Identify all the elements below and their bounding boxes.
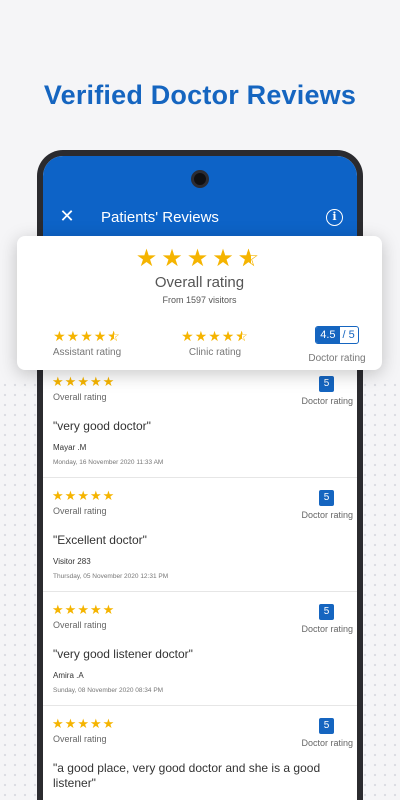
review-comment: "Excellent doctor" <box>53 533 147 547</box>
doctor-rating-value: 4.5 <box>316 327 340 343</box>
star-full-icon: ★ <box>102 374 116 389</box>
star-full-icon: ★ <box>77 488 90 503</box>
star-full-icon: ★ <box>77 716 90 731</box>
review-doctor-label: Doctor rating <box>301 624 353 634</box>
review-card: ★★★★★ Overall rating 5 Doctor rating "Excell… <box>43 478 357 592</box>
star-full-icon: ★ <box>102 602 116 617</box>
star-half-icon: ☆★ <box>237 245 264 272</box>
review-doctor-label: Doctor rating <box>301 396 353 406</box>
review-doctor-score-badge: 5 <box>319 490 334 506</box>
review-doctor-label: Doctor rating <box>301 510 353 520</box>
star-full-icon: ★ <box>66 328 81 344</box>
star-full-icon: ★ <box>64 716 78 731</box>
review-doctor-score-badge: 5 <box>319 376 334 392</box>
review-author: Amira .A <box>53 671 84 680</box>
review-doctor-label: Doctor rating <box>301 738 353 748</box>
star-full-icon: ★ <box>52 488 65 503</box>
star-full-icon: ★ <box>186 245 213 272</box>
star-full-icon: ★ <box>161 245 187 272</box>
review-author: Mayar .M <box>53 443 87 452</box>
star-full-icon: ★ <box>93 328 108 344</box>
review-overall-label: Overall rating <box>53 620 107 630</box>
star-full-icon: ★ <box>64 374 78 389</box>
star-full-icon: ★ <box>181 328 195 344</box>
star-full-icon: ★ <box>89 716 103 731</box>
star-full-icon: ★ <box>212 245 238 272</box>
star-full-icon: ★ <box>53 328 67 344</box>
overall-star-rating: ★★★★☆★ <box>17 244 382 273</box>
star-full-icon: ★ <box>52 374 65 389</box>
review-date: Monday, 16 November 2020 11:33 AM <box>53 459 164 466</box>
star-full-icon: ★ <box>102 488 116 503</box>
star-full-icon: ★ <box>80 328 94 344</box>
reviews-list[interactable]: ★★★★★ Overall rating 5 Doctor rating "very g… <box>43 364 357 800</box>
review-doctor-score-badge: 5 <box>319 718 334 734</box>
star-full-icon: ★ <box>194 328 209 344</box>
review-comment: "a good place, very good doctor and she … <box>53 761 321 790</box>
assistant-star-rating: ★★★★☆★ <box>31 328 143 345</box>
review-doctor-score-badge: 5 <box>319 604 334 620</box>
review-overall-label: Overall rating <box>53 506 107 516</box>
visitor-count: From 1597 visitors <box>162 295 237 305</box>
star-full-icon: ★ <box>208 328 222 344</box>
star-full-icon: ★ <box>89 374 103 389</box>
doctor-rating-badge: 4.5/ 5 <box>315 326 359 344</box>
doctor-rating-label: Doctor rating <box>308 353 366 364</box>
star-full-icon: ★ <box>64 602 78 617</box>
review-overall-label: Overall rating <box>53 734 107 744</box>
star-full-icon: ★ <box>221 328 236 344</box>
review-date: Sunday, 08 November 2020 08:34 PM <box>53 687 164 694</box>
app-bar-title: Patients' Reviews <box>101 209 219 226</box>
review-card: ★★★★★ Overall rating 5 Doctor rating "a good… <box>43 706 357 800</box>
review-comment: "very good doctor" <box>53 419 151 433</box>
assistant-rating-label: Assistant rating <box>52 347 122 358</box>
star-half-icon: ☆★ <box>235 328 249 344</box>
star-full-icon: ★ <box>135 245 162 272</box>
star-full-icon: ★ <box>102 716 116 731</box>
star-full-icon: ★ <box>77 374 90 389</box>
review-star-rating: ★★★★★ <box>52 602 115 618</box>
star-full-icon: ★ <box>89 488 103 503</box>
assistant-rating: ★★★★☆★ Assistant rating <box>31 328 143 358</box>
clinic-rating: ★★★★☆★ Clinic rating <box>155 328 275 358</box>
star-full-icon: ★ <box>77 602 90 617</box>
doctor-rating-denominator: / 5 <box>342 329 355 341</box>
overall-rating-label: Overall rating <box>154 274 245 291</box>
close-icon[interactable]: ✕ <box>57 206 77 227</box>
review-comment: "very good listener doctor" <box>53 647 193 661</box>
star-half-icon: ☆★ <box>107 328 121 344</box>
rating-summary-card: ★★★★☆★ Overall rating From 1597 visitors… <box>17 236 382 370</box>
info-icon[interactable]: i <box>326 209 343 226</box>
review-overall-label: Overall rating <box>53 392 107 402</box>
review-star-rating: ★★★★★ <box>52 716 115 732</box>
review-star-rating: ★★★★★ <box>52 374 115 390</box>
star-full-icon: ★ <box>64 488 78 503</box>
doctor-rating: 4.5/ 5 Doctor rating <box>302 326 372 364</box>
review-author: Visitor 283 <box>53 557 91 566</box>
review-date: Thursday, 05 November 2020 12:31 PM <box>53 573 169 580</box>
star-full-icon: ★ <box>52 716 65 731</box>
page-headline: Verified Doctor Reviews <box>43 80 357 110</box>
star-full-icon: ★ <box>52 602 65 617</box>
review-star-rating: ★★★★★ <box>52 488 115 504</box>
star-full-icon: ★ <box>89 602 103 617</box>
front-camera <box>191 170 209 188</box>
review-card: ★★★★★ Overall rating 5 Doctor rating "very g… <box>43 364 357 478</box>
review-card: ★★★★★ Overall rating 5 Doctor rating "very g… <box>43 592 357 706</box>
clinic-star-rating: ★★★★☆★ <box>155 328 275 345</box>
clinic-rating-label: Clinic rating <box>188 347 242 358</box>
